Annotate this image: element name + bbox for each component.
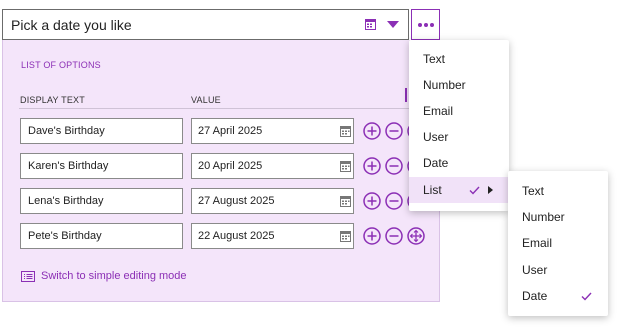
panel-title: LIST OF OPTIONS [21,60,101,70]
type-menu-item-email[interactable]: Email [409,98,509,124]
checkmark-icon [581,292,592,301]
more-dots-icon [417,22,422,27]
more-options-button[interactable] [411,9,440,40]
header-divider [19,108,419,109]
submenu-item-date[interactable]: Date [508,283,608,309]
switch-mode-label: Switch to simple editing mode [41,270,187,282]
calendar-icon[interactable] [340,230,351,242]
remove-circle-icon[interactable] [385,122,403,140]
option-row: Dave's Birthday 27 April 2025 [3,118,439,145]
list-submenu: Text Number Email User Date [508,171,608,316]
display-text-input[interactable]: Lena's Birthday [20,188,183,214]
date-value-input[interactable]: 27 April 2025 [191,118,354,144]
calendar-icon[interactable] [340,160,351,172]
add-circle-icon[interactable] [363,122,381,140]
scroll-indicator [405,88,407,102]
list-mode-icon [21,270,35,282]
type-menu-item-list-label: List [423,183,442,197]
date-value-text: 27 August 2025 [198,195,275,207]
type-menu: Text Number Email User Date List [409,40,509,211]
add-circle-icon[interactable] [363,227,381,245]
checkmark-icon [469,186,480,195]
date-value-text: 20 April 2025 [198,160,263,172]
date-value-input[interactable]: 27 August 2025 [191,188,354,214]
option-row: Lena's Birthday 27 August 2025 [3,188,439,215]
type-menu-item-user[interactable]: User [409,124,509,150]
remove-circle-icon[interactable] [385,192,403,210]
date-value-input[interactable]: 22 August 2025 [191,223,354,249]
submenu-item-number[interactable]: Number [508,204,608,230]
type-menu-item-number[interactable]: Number [409,72,509,98]
calendar-icon[interactable] [340,195,351,207]
list-options-panel: LIST OF OPTIONS DISPLAY TEXT VALUE Dave'… [2,40,440,302]
calendar-icon[interactable] [365,18,376,30]
add-circle-icon[interactable] [363,192,381,210]
submenu-item-email[interactable]: Email [508,230,608,256]
add-circle-icon[interactable] [363,157,381,175]
type-menu-item-list[interactable]: List [409,177,509,203]
type-menu-item-date[interactable]: Date [409,150,509,176]
date-value-text: 22 August 2025 [198,230,275,242]
submenu-item-user[interactable]: User [508,257,608,283]
caret-down-icon[interactable] [387,21,399,28]
value-field-text: Pick a date you like [11,16,132,33]
option-row: Karen's Birthday 20 April 2025 [3,153,439,180]
option-row: Pete's Birthday 22 August 2025 [3,223,439,250]
chevron-right-icon [488,186,493,194]
value-field[interactable]: Pick a date you like [2,9,409,40]
remove-circle-icon[interactable] [385,227,403,245]
move-circle-icon[interactable] [407,227,425,245]
display-text-input[interactable]: Karen's Birthday [20,153,183,179]
date-value-text: 27 April 2025 [198,125,263,137]
date-value-input[interactable]: 20 April 2025 [191,153,354,179]
column-header-value: VALUE [191,95,221,105]
display-text-input[interactable]: Dave's Birthday [20,118,183,144]
calendar-icon[interactable] [340,125,351,137]
submenu-item-text[interactable]: Text [508,178,608,204]
display-text-input[interactable]: Pete's Birthday [20,223,183,249]
submenu-item-date-label: Date [522,289,548,303]
switch-mode-link[interactable]: Switch to simple editing mode [21,270,187,282]
column-header-display-text: DISPLAY TEXT [20,95,85,105]
type-menu-item-text[interactable]: Text [409,46,509,72]
remove-circle-icon[interactable] [385,157,403,175]
